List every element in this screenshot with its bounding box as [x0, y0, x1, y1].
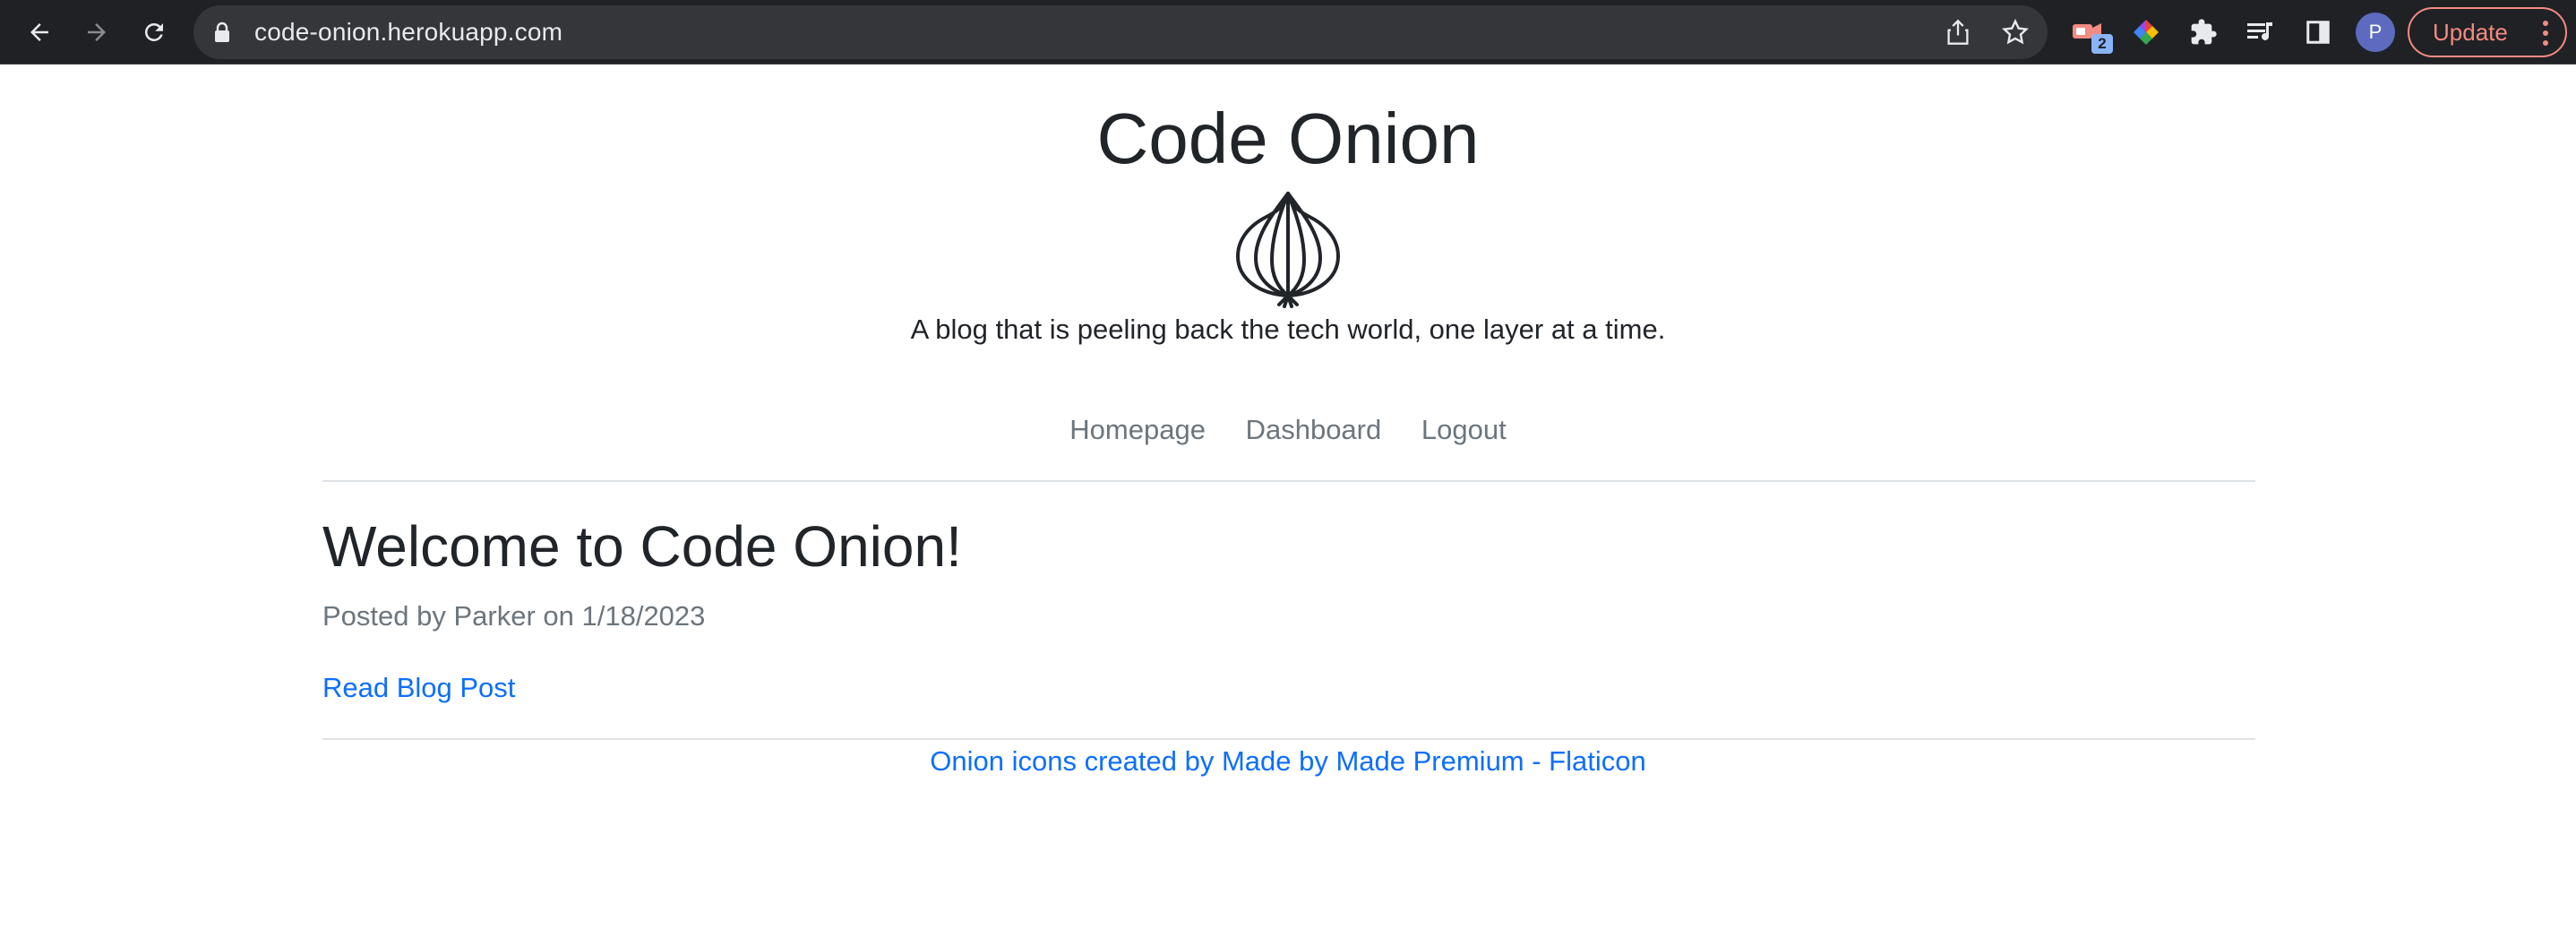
post-divider [322, 738, 2255, 740]
share-icon[interactable] [1942, 16, 1974, 48]
forward-button[interactable] [75, 11, 118, 54]
profile-avatar[interactable]: P [2356, 13, 2395, 52]
nav-link-dashboard[interactable]: Dashboard [1246, 410, 1382, 450]
extension-color-picker-icon[interactable] [2128, 14, 2164, 50]
nav-link-logout[interactable]: Logout [1421, 410, 1507, 450]
read-blog-post-link[interactable]: Read Blog Post [322, 668, 515, 708]
reload-icon [144, 22, 163, 41]
back-button[interactable] [18, 11, 61, 54]
lock-icon [215, 22, 229, 42]
site-title: Code Onion [1096, 99, 1480, 178]
reading-list-icon[interactable] [2243, 14, 2279, 50]
nav-link-homepage[interactable]: Homepage [1069, 410, 1206, 450]
icon-credit-link[interactable]: Onion icons created by Made by Made Prem… [930, 745, 1645, 777]
extension-badge: 2 [2091, 34, 2113, 54]
extensions-puzzle-icon[interactable] [2185, 14, 2221, 50]
browser-toolbar: code-onion.herokuapp.com 2 P Update [0, 0, 2576, 64]
bookmark-star-icon[interactable] [1999, 16, 2031, 48]
site-tagline: A blog that is peeling back the tech wor… [910, 314, 1666, 345]
forward-arrow-icon [88, 23, 106, 41]
reload-button[interactable] [133, 11, 176, 54]
side-panel-icon[interactable] [2300, 14, 2336, 50]
back-arrow-icon [30, 23, 48, 41]
post-title: Welcome to Code Onion! [322, 514, 962, 579]
footer: Onion icons created by Made by Made Prem… [0, 742, 2576, 781]
update-button[interactable]: Update [2408, 7, 2567, 57]
main-nav: Homepage Dashboard Logout [0, 410, 2576, 450]
url-text: code-onion.herokuapp.com [254, 18, 563, 46]
update-button-label: Update [2433, 19, 2508, 46]
post-meta: Posted by Parker on 1/18/2023 [322, 600, 706, 632]
more-menu-icon [2543, 21, 2548, 46]
address-bar[interactable]: code-onion.herokuapp.com [193, 5, 2048, 59]
onion-icon [1236, 192, 1340, 308]
header-divider [322, 480, 2255, 482]
